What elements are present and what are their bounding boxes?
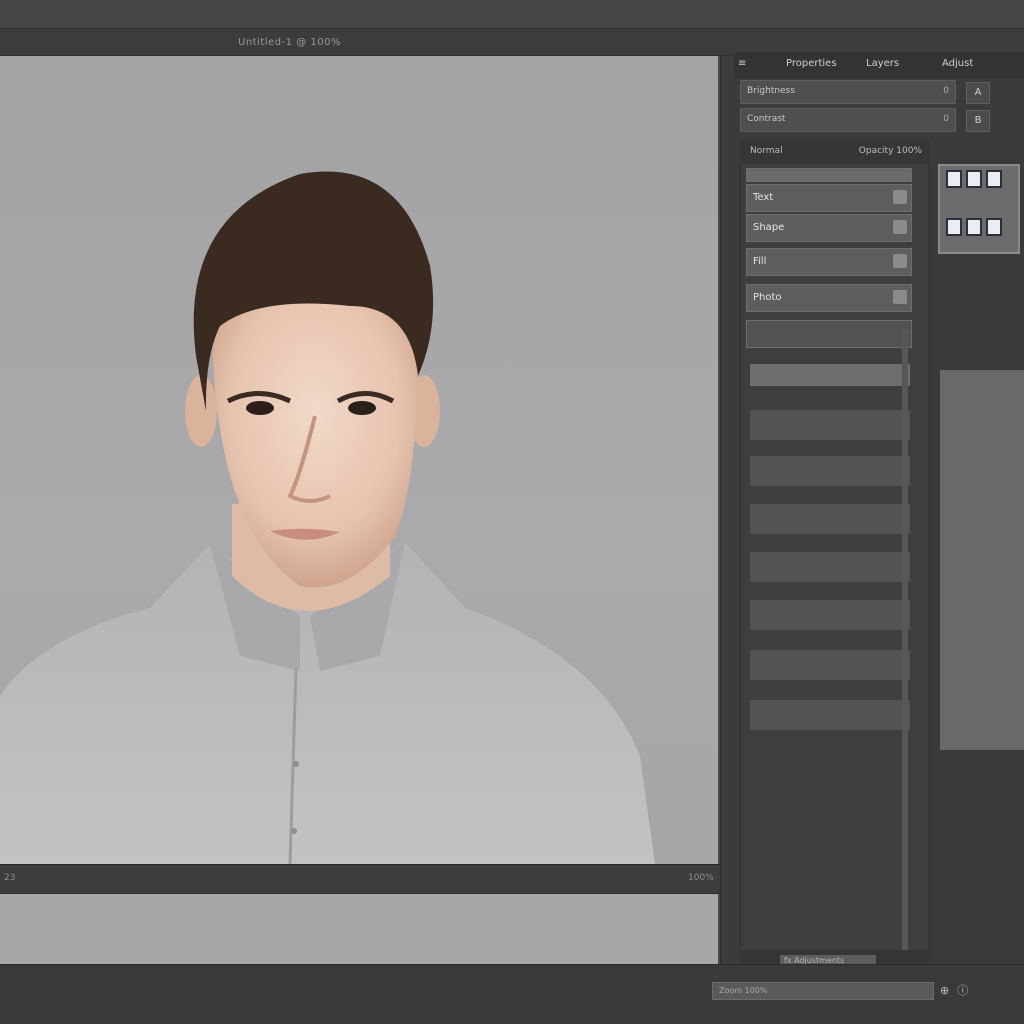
info-icon[interactable]: ⓘ (957, 984, 976, 997)
layer-name: Text (753, 192, 774, 203)
property-row-contrast[interactable]: Contrast 0 (740, 108, 956, 132)
list-item (750, 600, 910, 630)
zoom-field[interactable]: Zoom 100% (712, 982, 934, 1000)
layer-row-selected-bar[interactable] (746, 168, 912, 182)
eye-icon[interactable] (893, 254, 907, 268)
layer-row[interactable]: Shape (746, 214, 912, 242)
portrait-photo (0, 171, 655, 864)
property-label: Contrast (747, 114, 786, 124)
layer-row[interactable]: Fill (746, 248, 912, 276)
list-item (750, 504, 910, 534)
property-row-brightness[interactable]: Brightness 0 (740, 80, 956, 104)
blend-mode-select[interactable]: Normal (750, 146, 783, 156)
side-button-a[interactable]: A (966, 82, 990, 104)
panel-tab-bar: ≡ Properties Layers Adjust (734, 52, 1024, 78)
list-item (750, 700, 910, 730)
side-button-b[interactable]: B (966, 110, 990, 132)
canvas-pasteboard (0, 894, 718, 964)
opacity-field[interactable]: Opacity 100% (859, 146, 922, 156)
eye-icon[interactable] (893, 190, 907, 204)
tab-properties[interactable]: Properties (786, 58, 837, 69)
thumbnail-cell (946, 218, 962, 236)
layers-scrollbar[interactable] (902, 330, 908, 960)
thumbnail-cell (946, 170, 962, 188)
document-title[interactable]: Untitled-1 @ 100% (238, 37, 341, 48)
property-value[interactable]: 0 (943, 114, 949, 124)
list-item (750, 456, 910, 486)
list-item (750, 364, 910, 386)
menu-icon[interactable]: ≡ (738, 58, 746, 69)
status-zoom-text: 100% (688, 873, 714, 883)
app-top-bar (0, 0, 1024, 28)
layers-header: Normal Opacity 100% (740, 140, 930, 164)
layer-row[interactable]: Text (746, 184, 912, 212)
thumbnail-cell (986, 218, 1002, 236)
bottom-icon-group: ⊕ⓘ (940, 982, 976, 998)
thumbnail-cell (966, 218, 982, 236)
lock-icon[interactable] (893, 290, 907, 304)
thumbnail-cell (966, 170, 982, 188)
status-bar: 23 100% (0, 864, 736, 894)
list-item (750, 410, 910, 440)
navigator-thumbnail[interactable] (938, 164, 1020, 254)
property-label: Brightness (747, 86, 795, 96)
thumbnail-cell (986, 170, 1002, 188)
property-value[interactable]: 0 (943, 86, 949, 96)
eye-icon[interactable] (893, 220, 907, 234)
histogram-band (940, 370, 1024, 750)
tab-layers[interactable]: Layers (866, 58, 899, 69)
list-item (750, 552, 910, 582)
status-left-text: 23 (4, 873, 16, 883)
layer-row-empty[interactable] (746, 320, 912, 348)
tab-adjust[interactable]: Adjust (942, 58, 973, 69)
zoom-in-icon[interactable]: ⊕ (940, 984, 957, 997)
layer-name: Photo (753, 292, 782, 303)
layer-name: Shape (753, 222, 785, 233)
layer-row[interactable]: Photo (746, 284, 912, 312)
image-canvas[interactable] (0, 56, 718, 864)
layer-name: Fill (753, 256, 767, 267)
list-item (750, 650, 910, 680)
